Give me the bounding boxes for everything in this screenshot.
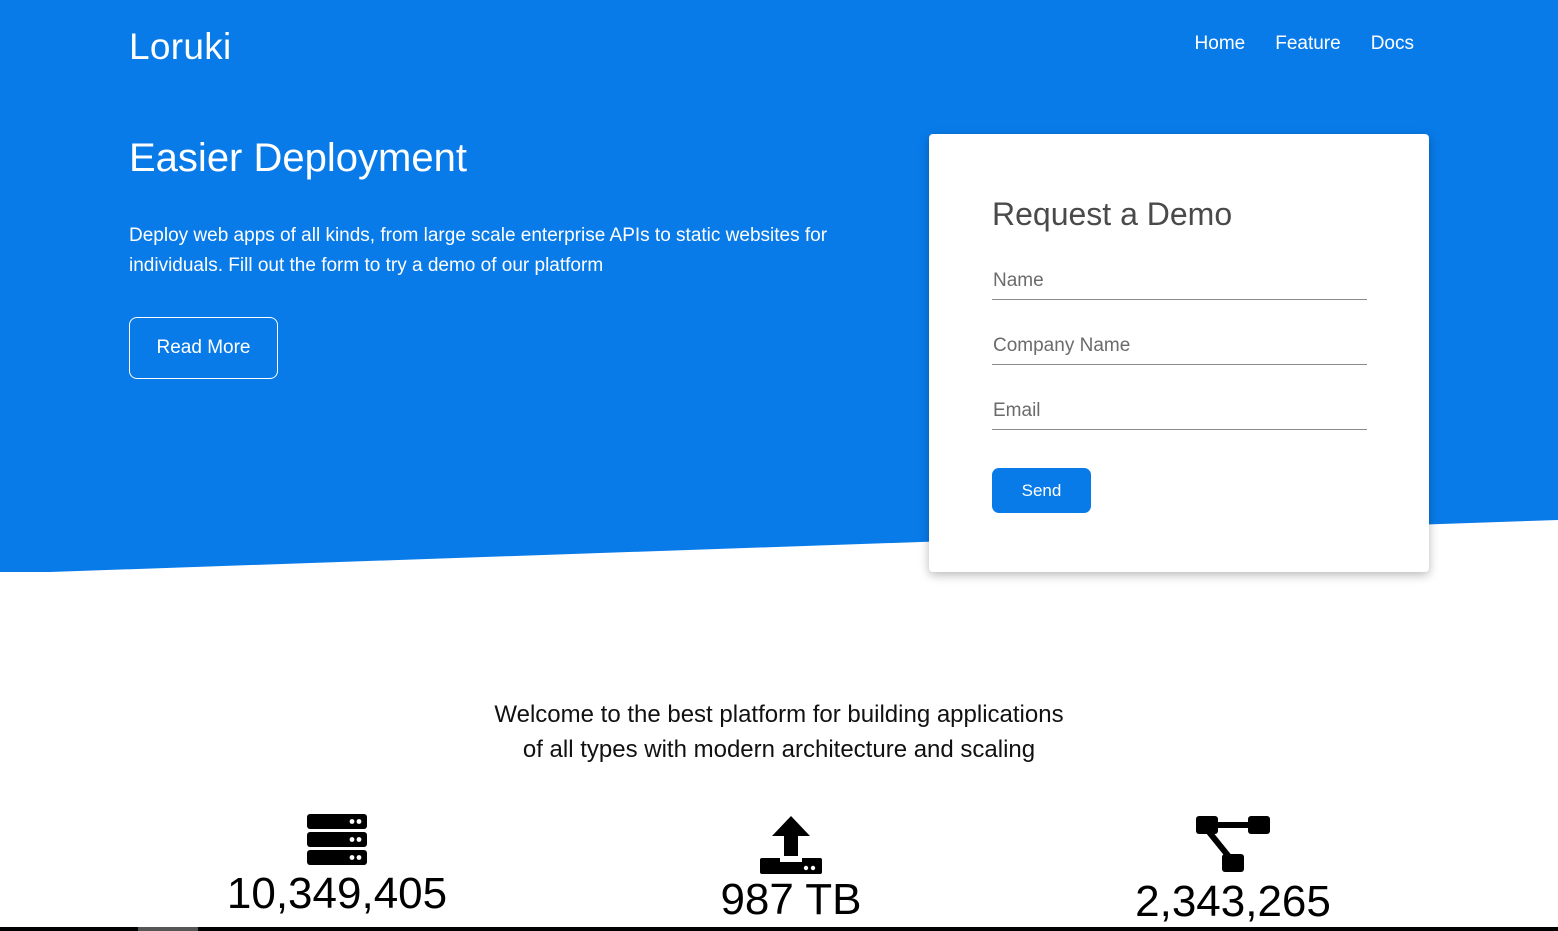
- stat-value: 10,349,405: [226, 869, 448, 918]
- project-diagram-icon: [1196, 816, 1270, 872]
- hero-description: Deploy web apps of all kinds, from large…: [129, 225, 828, 276]
- stat-value: 2,343,265: [1135, 877, 1331, 926]
- stat-value: 987 TB: [720, 875, 862, 924]
- stat-storage: 987 TB: [641, 812, 941, 926]
- company-name-input[interactable]: [992, 331, 1367, 365]
- upload-icon: [760, 816, 822, 874]
- nav-feature-link[interactable]: Feature: [1275, 33, 1340, 55]
- request-demo-card: Request a Demo Send: [929, 134, 1429, 572]
- welcome-message: Welcome to the best platform for buildin…: [0, 697, 1558, 767]
- page-scroll-edge: [0, 927, 1558, 931]
- request-demo-title: Request a Demo: [992, 196, 1233, 232]
- server-icon: [307, 814, 367, 865]
- hero-title: Easier Deployment: [129, 136, 467, 180]
- read-more-button[interactable]: Read More: [129, 317, 278, 379]
- nav-home-link[interactable]: Home: [1195, 33, 1246, 55]
- email-input[interactable]: [992, 396, 1367, 430]
- brand-logo[interactable]: Loruki: [129, 26, 232, 68]
- stat-deployments: 10,349,405: [187, 812, 487, 920]
- welcome-line-1: Welcome to the best platform for buildin…: [494, 701, 1064, 728]
- send-button[interactable]: Send: [992, 468, 1091, 513]
- nav-docs-link[interactable]: Docs: [1371, 33, 1414, 55]
- name-input[interactable]: [992, 266, 1367, 300]
- stat-projects: 2,343,265: [1083, 812, 1383, 928]
- top-nav: Home Feature Docs: [1195, 33, 1414, 55]
- welcome-line-2: of all types with modern architecture an…: [522, 736, 1036, 763]
- scroll-indicator: [138, 927, 198, 931]
- landing-page: Loruki Home Feature Docs Easier Deployme…: [0, 0, 1558, 931]
